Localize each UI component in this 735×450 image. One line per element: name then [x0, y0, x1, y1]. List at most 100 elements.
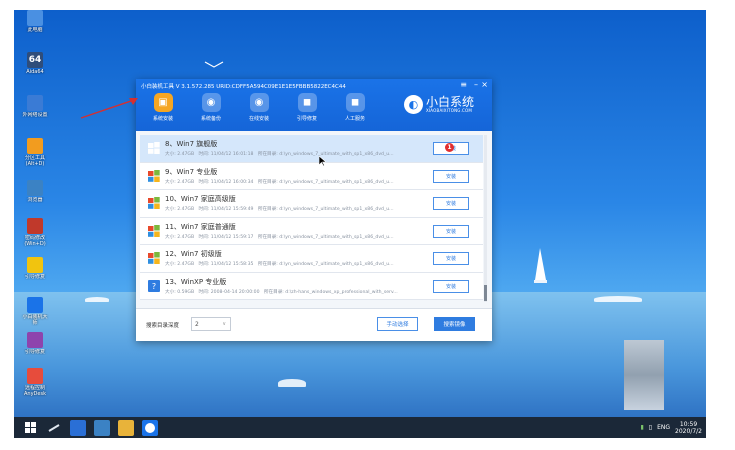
image-time: 时间: 2008-04-14 20:00:00: [198, 289, 260, 295]
install-button[interactable]: 安装: [433, 169, 469, 183]
image-meta: 大小: 2.47GB 时间: 11/04/12 15:59:49 所在目录: d…: [165, 206, 430, 212]
desktop-icon[interactable]: 引导修复: [16, 257, 54, 280]
image-time: 时间: 11/04/12 15:59:49: [198, 207, 254, 212]
nav-item-boot-repair[interactable]: ◼ 引导修复: [285, 93, 329, 122]
partition-tool-icon: [27, 138, 43, 154]
desktop: 此电脑 64 Aida64 外网络设置分区工具 (Alt+D) 浏览器密码修改 (Win…: [14, 10, 706, 438]
anydesk-icon: [27, 368, 43, 384]
desktop-icon[interactable]: 引导修复: [16, 332, 54, 355]
language-indicator[interactable]: ENG: [657, 424, 670, 431]
wallpaper-cloud: [594, 296, 642, 302]
nav-item-support[interactable]: ◼ 人工服务: [333, 93, 377, 122]
install-button[interactable]: 安装: [433, 224, 469, 238]
search-depth-value: 2: [195, 321, 199, 328]
browser-icon: [27, 180, 43, 196]
image-list-row[interactable]: 12、Win7 初级版 大小: 2.47GB 时间: 11/04/12 15:58…: [140, 245, 483, 273]
desktop-icon[interactable]: 外网络设置: [16, 95, 54, 118]
desktop-icon-label: Aida64: [26, 69, 44, 75]
image-list-row[interactable]: 9、Win7 专业版 大小: 2.47GB 时间: 11/04/12 16:00:…: [140, 162, 483, 190]
nav-item-label: 系统安装: [152, 116, 173, 122]
main-nav: ▣ 系统安装 ◉ 系统备份 ◉ 在线安装 ◼ 引导修复 ◼ 人工服务: [141, 93, 377, 122]
tool-icon[interactable]: [46, 419, 62, 436]
start-icon[interactable]: [22, 419, 38, 436]
aida64-icon: 64: [27, 52, 43, 68]
search-depth-select[interactable]: 2 ∨: [191, 317, 231, 331]
image-meta: 大小: 2.47GB 时间: 11/04/12 15:58:35 所在目录: d…: [165, 261, 430, 267]
wallpaper-cloud: [85, 297, 109, 302]
image-path: 所在目录: d:\yn_windows_7_ultimate_with_sp1_…: [257, 207, 394, 212]
network-tray-icon[interactable]: ▮: [640, 424, 643, 431]
image-list-row[interactable]: ? 13、WinXP 专业版 大小: 0.59GB 时间: 2008-04-14 2…: [140, 272, 483, 300]
desktop-icon[interactable]: 浏览器: [16, 180, 54, 203]
windows-logo-icon: [148, 142, 160, 154]
image-path: 所在目录: d:\yn_windows_7_ultimate_with_sp1_…: [257, 179, 394, 185]
desktop-icon-label: 此电脑: [27, 27, 43, 33]
desktop-icon[interactable]: 此电脑: [16, 10, 54, 33]
manual-select-button[interactable]: 手动选择: [377, 317, 418, 331]
file-tray-icon[interactable]: ▯: [649, 424, 652, 431]
clock[interactable]: 10:59 2020/7/2: [675, 421, 702, 435]
menu-icon[interactable]: ≡: [460, 80, 467, 89]
desktop-icon[interactable]: 小白装机大 师: [16, 297, 54, 326]
explorer-icon[interactable]: [70, 419, 86, 436]
boot-repair-icon: [27, 257, 43, 273]
image-path: 所在目录: d:\yn_windows_7_ultimate_with_sp1_…: [257, 262, 394, 267]
backup-icon: ◉: [201, 93, 221, 112]
image-name: 9、Win7 专业版: [165, 167, 218, 176]
desktop-icon-label: 小白装机大 师: [22, 314, 48, 326]
nav-item-backup[interactable]: ◉ 系统备份: [189, 93, 233, 122]
image-list-row[interactable]: 10、Win7 家庭高级版 大小: 2.47GB 时间: 11/04/12 15:…: [140, 190, 483, 218]
windows-logo-icon: [148, 169, 160, 182]
taskbar: ▮ ▯ ENG 10:59 2020/7/2: [14, 417, 706, 438]
image-list-row[interactable]: 8、Win7 旗舰版 大小: 2.47GB 时间: 11/04/12 16:01:…: [140, 135, 483, 163]
minimize-icon[interactable]: –: [474, 80, 478, 89]
brand-url: XIAOBAIXITONG.COM: [425, 108, 473, 113]
image-size: 大小: 2.47GB: [165, 179, 195, 185]
image-list-row[interactable]: 11、Win7 家庭普通版大小: 2.47GB 时间: 11/04/12 15:…: [140, 217, 483, 245]
image-time: 时间: 11/04/12 15:58:35: [198, 262, 254, 267]
repair-icon: [27, 332, 43, 348]
wallpaper-bird: [204, 61, 224, 68]
search-image-button[interactable]: 搜索镜像: [434, 317, 475, 331]
xiaobai-icon[interactable]: [142, 419, 158, 436]
windows-logo-icon: [148, 252, 160, 264]
nav-item-online-install[interactable]: ◉ 在线安装: [237, 93, 281, 122]
image-path: 所在目录: d:\zh-hans_windows_xp_professional…: [263, 289, 398, 295]
desktop-icon-label: 外网络设置: [22, 112, 48, 118]
xiaobai-logo-icon: ◐: [403, 95, 423, 114]
desktop-icon[interactable]: 64 Aida64: [16, 52, 54, 75]
install-button[interactable]: 安装: [433, 279, 469, 293]
desktop-icon[interactable]: 密码修改 (Win+D): [16, 218, 54, 247]
close-icon[interactable]: ×: [481, 80, 488, 89]
brand-name: 小白系统: [425, 95, 474, 109]
image-time: 时间: 11/04/12 16:00:34: [198, 179, 254, 185]
brand: ◐ 小白系统 XIAOBAIXITONG.COM: [403, 95, 474, 114]
network-icon[interactable]: [94, 419, 110, 436]
nav-item-install[interactable]: ▣ 系统安装: [141, 93, 185, 122]
clock-date: 2020/7/2: [675, 427, 702, 435]
install-icon: ▣: [153, 93, 173, 112]
image-list: 8、Win7 旗舰版 大小: 2.47GB 时间: 11/04/12 16:01:…: [140, 135, 483, 302]
desktop-icon-label: 密码修改 (Win+D): [24, 235, 46, 247]
chevron-down-icon: ∨: [222, 321, 226, 327]
desktop-icon-label: 引导修复: [24, 349, 45, 355]
network-icon: [27, 95, 43, 111]
image-size: 大小: 2.47GB: [165, 234, 195, 240]
desktop-icon[interactable]: 分区工具 (Alt+D): [16, 138, 54, 167]
list-scrollbar[interactable]: [484, 135, 487, 302]
install-button[interactable]: 安装: [433, 197, 469, 210]
desktop-icon-label: 远程控制 AnyDesk: [24, 385, 46, 397]
image-meta: 大小: 2.47GB 时间: 11/04/12 15:59:17 所在目录: d…: [165, 234, 430, 240]
search-depth-label: 搜索目录深度: [146, 323, 180, 329]
desktop-icon[interactable]: 远程控制 AnyDesk: [16, 368, 54, 397]
window-title: 小白装机工具 V 3.1.572.285 URID:CDFF5A594C09E1…: [141, 84, 346, 90]
scrollbar-thumb[interactable]: [484, 285, 487, 301]
image-size: 大小: 2.47GB: [165, 207, 195, 212]
image-name: 11、Win7 家庭普通版: [165, 222, 236, 231]
install-button[interactable]: 安装: [433, 252, 469, 265]
password-tool-icon: [27, 218, 43, 234]
folder-icon[interactable]: [118, 419, 134, 436]
image-meta: 大小: 2.47GB 时间: 11/04/12 16:01:18 所在目录: d…: [165, 151, 430, 157]
wallpaper-sailboat: [534, 248, 547, 283]
annotation-arrow-icon: [80, 98, 138, 119]
